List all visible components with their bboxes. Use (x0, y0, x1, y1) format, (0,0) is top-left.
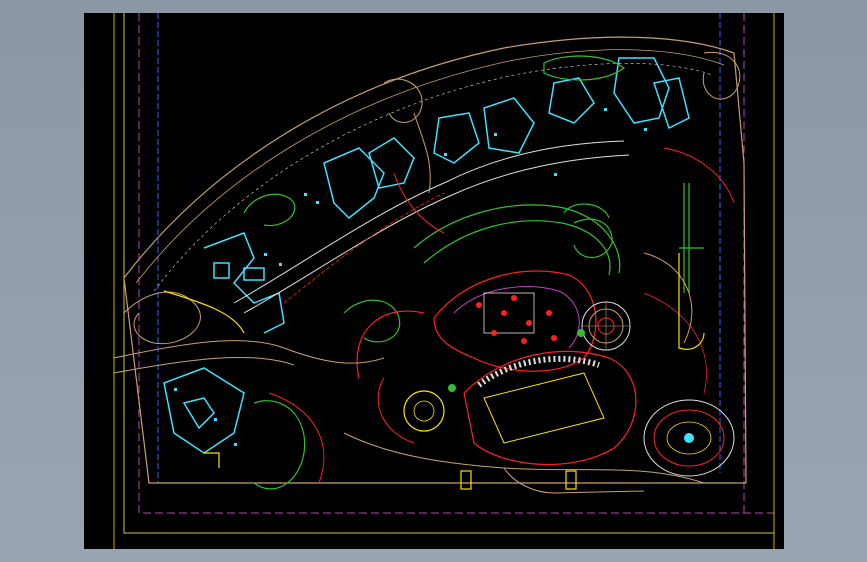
central-plaza-buildings (433, 270, 637, 466)
site-plan-canvas[interactable] (84, 13, 784, 549)
central-walkway (233, 140, 630, 314)
yellow-accents (163, 253, 705, 490)
building-cluster (163, 57, 690, 454)
feature-arcs (268, 147, 735, 484)
cad-viewport (0, 0, 867, 562)
site-plan-drawing (113, 13, 775, 549)
detail-markers (174, 108, 647, 446)
fountain (581, 301, 631, 351)
